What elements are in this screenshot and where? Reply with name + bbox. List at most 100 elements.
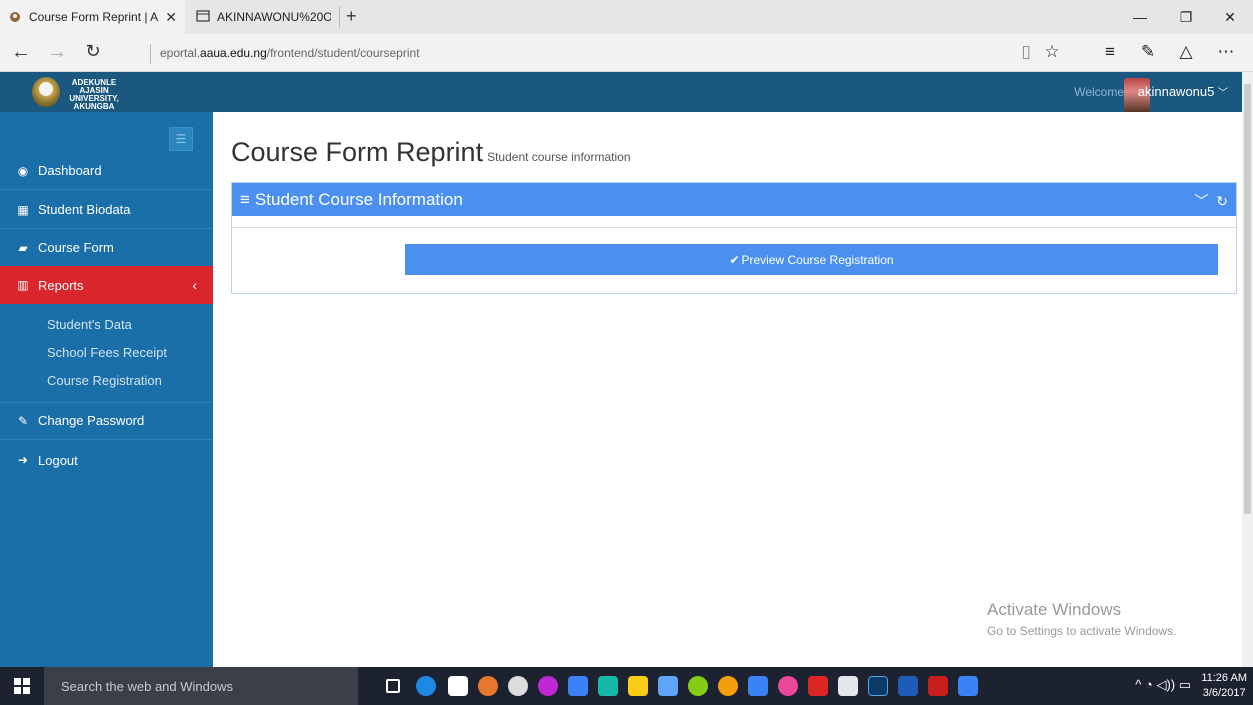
sidebar-item-label: Course Form bbox=[38, 240, 114, 255]
table-icon: ▦ bbox=[17, 202, 29, 217]
brand-line-3: AKUNGBA bbox=[73, 102, 115, 111]
chevron-left-icon: ‹ bbox=[192, 277, 197, 293]
panel-title: Student Course Information bbox=[254, 189, 463, 209]
file-explorer-icon[interactable] bbox=[628, 676, 648, 696]
tab-title: Course Form Reprint | A bbox=[29, 10, 159, 24]
watermark-line-1: Activate Windows bbox=[987, 600, 1122, 619]
tab-close-icon[interactable]: ✕ bbox=[165, 9, 177, 26]
app-icon[interactable] bbox=[508, 676, 528, 696]
chrome-icon[interactable] bbox=[718, 676, 738, 696]
browser-tab-second[interactable]: AKINNAWONU%20OPEYEMI bbox=[188, 6, 340, 28]
app-icon[interactable] bbox=[748, 676, 768, 696]
activate-windows-watermark: Activate Windows Go to Settings to activ… bbox=[987, 600, 1176, 638]
app-icon[interactable] bbox=[958, 676, 978, 696]
sidebar-subitem-students-data[interactable]: Student's Data bbox=[47, 317, 132, 332]
browser-tabstrip: Course Form Reprint | A ✕ AKINNAWONU%20O… bbox=[0, 0, 1253, 34]
sidebar-subitem-course-registration[interactable]: Course Registration bbox=[47, 373, 162, 388]
app-icon[interactable] bbox=[568, 676, 588, 696]
button-label: Preview Course Registration bbox=[741, 252, 894, 267]
panel-tools: ﹀ ↻ bbox=[1194, 191, 1228, 211]
site-favicon-icon bbox=[8, 10, 22, 24]
brand-line-1: ADEKUNLE AJASIN bbox=[71, 78, 117, 95]
url-field[interactable]: eportal.aaua.edu.ng/frontend/student/cou… bbox=[160, 46, 420, 60]
tab-title: AKINNAWONU%20OPEYEMI bbox=[217, 10, 331, 24]
watermark-line-2: Go to Settings to activate Windows. bbox=[987, 624, 1177, 638]
app-icon[interactable] bbox=[778, 676, 798, 696]
sidebar-subitem-school-fees-receipt[interactable]: School Fees Receipt bbox=[47, 345, 167, 360]
browser-tab-active[interactable]: Course Form Reprint | A ✕ bbox=[0, 0, 185, 34]
sidebar-item-reports[interactable]: ▥ Reports ‹ bbox=[0, 266, 213, 304]
window-close-icon[interactable]: ✕ bbox=[1207, 0, 1253, 34]
sidebar-item-course-form[interactable]: ▰ Course Form bbox=[0, 229, 213, 267]
page-subtitle: Student course information bbox=[487, 150, 631, 164]
minimize-icon[interactable]: — bbox=[1117, 0, 1163, 34]
forward-arrow-icon[interactable]: → bbox=[44, 41, 70, 64]
taskbar-search-input[interactable]: Search the web and Windows bbox=[44, 667, 358, 705]
taskbar: Search the web and Windows ^ ◔ ◁)) ▭ 11:… bbox=[0, 667, 1253, 705]
sidebar-item-label: Logout bbox=[38, 452, 78, 468]
menu-icon: ☰ bbox=[175, 132, 187, 146]
photoshop-icon[interactable] bbox=[868, 676, 888, 696]
sidebar: ☰ ◉ Dashboard ▦ Student Biodata ▰ Course… bbox=[0, 112, 213, 667]
new-tab-button[interactable]: + bbox=[346, 6, 357, 27]
task-view-icon[interactable] bbox=[386, 679, 400, 693]
username: akinnawonu5 bbox=[1137, 84, 1215, 99]
sidebar-item-logout[interactable]: ➜ Logout bbox=[0, 441, 213, 479]
brand[interactable]: ADEKUNLE AJASIN UNIVERSITY, AKUNGBA bbox=[0, 72, 213, 112]
edge-icon[interactable] bbox=[416, 676, 436, 696]
app-icon[interactable] bbox=[838, 676, 858, 696]
sign-out-icon: ➜ bbox=[17, 453, 29, 467]
taskbar-clock[interactable]: 11:26 AM 3/6/2017 bbox=[1201, 671, 1247, 701]
refresh-icon[interactable]: ↻ bbox=[80, 41, 106, 62]
system-tray-icons[interactable]: ^ ◔ ◁)) ▭ bbox=[1135, 677, 1191, 693]
list-icon: ≡ bbox=[240, 189, 250, 209]
sidebar-item-student-biodata[interactable]: ▦ Student Biodata bbox=[0, 191, 213, 229]
sidebar-item-change-password[interactable]: ✎ Change Password bbox=[0, 402, 213, 440]
sidebar-item-dashboard[interactable]: ◉ Dashboard bbox=[0, 152, 213, 190]
acrobat-icon[interactable] bbox=[928, 676, 948, 696]
windows-start-icon[interactable] bbox=[0, 667, 44, 705]
sidebar-item-label: Reports bbox=[38, 277, 84, 293]
page-title: Course Form Reprint Student course inform… bbox=[231, 137, 631, 168]
page-title-text: Course Form Reprint bbox=[231, 137, 484, 167]
reading-view-icon[interactable]: ▯ bbox=[1014, 42, 1038, 62]
hub-icon[interactable]: ≡ bbox=[1098, 42, 1122, 62]
sidebar-item-label: Dashboard bbox=[38, 163, 102, 178]
scrollbar-thumb[interactable] bbox=[1244, 84, 1251, 514]
book-icon: ▰ bbox=[18, 240, 28, 255]
university-logo bbox=[32, 77, 60, 107]
store-icon[interactable] bbox=[448, 676, 468, 696]
firefox-icon[interactable] bbox=[478, 676, 498, 696]
web-note-icon[interactable]: ✎ bbox=[1136, 42, 1160, 62]
check-icon: ✔ bbox=[729, 252, 740, 267]
app-icon[interactable] bbox=[598, 676, 618, 696]
preview-course-registration-button[interactable]: ✔ Preview Course Registration bbox=[405, 244, 1218, 275]
page-scrollbar[interactable] bbox=[1242, 72, 1253, 667]
back-arrow-icon[interactable]: ← bbox=[8, 41, 34, 64]
dashboard-icon: ◉ bbox=[17, 163, 29, 178]
refresh-icon[interactable]: ↻ bbox=[1216, 193, 1228, 209]
url-prefix: eportal. bbox=[160, 46, 201, 60]
sidebar-item-label: Change Password bbox=[38, 413, 145, 428]
panel-header: ≡ Student Course Information ﹀ ↻ bbox=[232, 183, 1236, 216]
sidebar-item-label: Student Biodata bbox=[38, 202, 131, 217]
restore-icon[interactable]: ❐ bbox=[1163, 0, 1209, 34]
app-icon[interactable] bbox=[538, 676, 558, 696]
address-bar: ← → ↻ eportal.aaua.edu.ng/frontend/stude… bbox=[0, 34, 1253, 72]
word-icon[interactable] bbox=[898, 676, 918, 696]
favorite-star-icon[interactable]: ☆ bbox=[1040, 42, 1064, 62]
clock-date: 3/6/2017 bbox=[1202, 687, 1246, 699]
chevron-down-icon: ﹀ bbox=[1218, 88, 1228, 99]
app-icon[interactable] bbox=[808, 676, 828, 696]
sidebar-toggle-button[interactable]: ☰ bbox=[169, 127, 193, 151]
page-icon bbox=[196, 10, 210, 24]
more-icon[interactable]: ⋯ bbox=[1214, 42, 1238, 62]
app-icon[interactable] bbox=[658, 676, 678, 696]
user-menu[interactable]: akinnawonu5 ﹀ bbox=[1138, 84, 1228, 99]
panel-body: ✔ Preview Course Registration bbox=[232, 227, 1236, 294]
share-icon[interactable]: △ bbox=[1174, 42, 1198, 62]
url-domain: aaua.edu.ng bbox=[200, 46, 267, 60]
app-icon[interactable] bbox=[688, 676, 708, 696]
collapse-chevron-icon[interactable]: ﹀ bbox=[1194, 193, 1208, 209]
app-header: ADEKUNLE AJASIN UNIVERSITY, AKUNGBA Welc… bbox=[0, 72, 1242, 112]
